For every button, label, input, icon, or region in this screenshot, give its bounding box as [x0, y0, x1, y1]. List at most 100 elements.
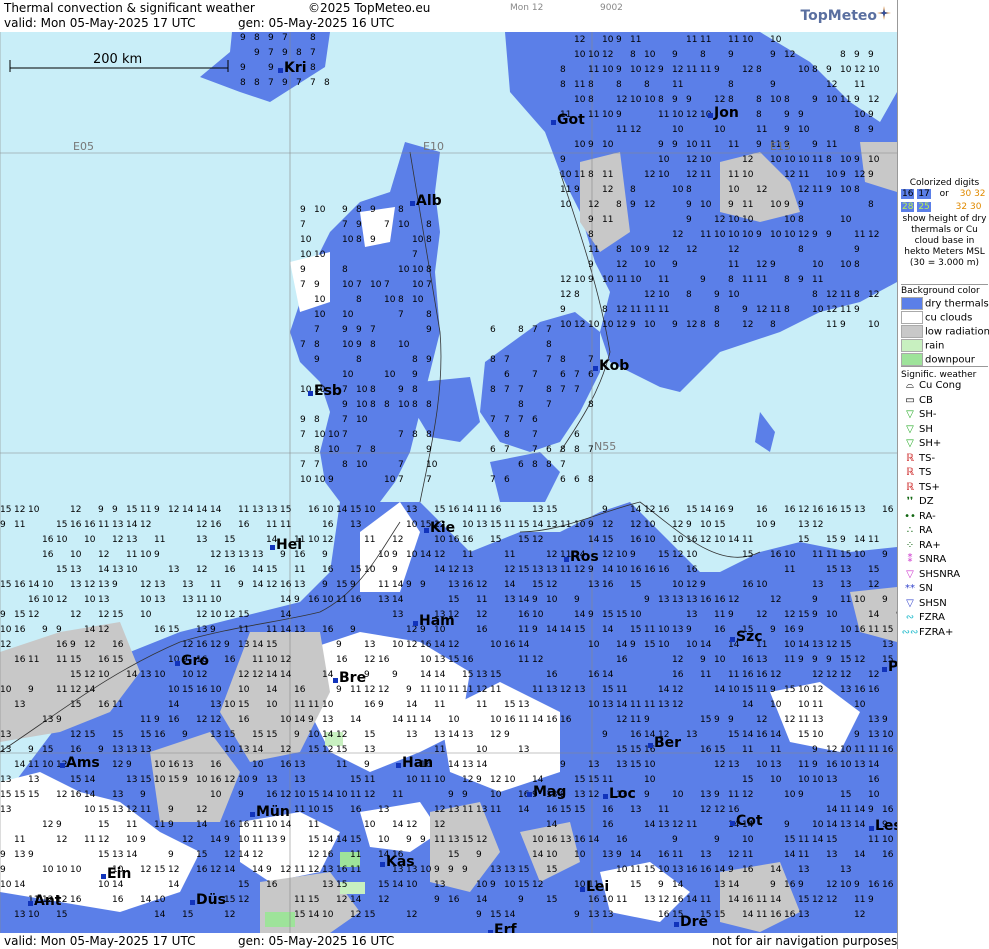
thermal-digit: 16	[742, 895, 754, 905]
thermal-digit: 16	[476, 625, 488, 635]
city-cot[interactable]: Cot	[730, 813, 763, 829]
thermal-digit: 10	[826, 170, 838, 180]
city-esb[interactable]: Esb	[308, 383, 342, 399]
city-szc[interactable]: Szc	[730, 629, 763, 645]
thermal-digit: 12	[56, 835, 67, 845]
city-les[interactable]: Les	[869, 818, 897, 834]
thermal-digit: 10	[644, 760, 656, 770]
city-ein[interactable]: Ein	[100, 866, 131, 882]
thermal-digit: 14	[532, 850, 544, 860]
thermal-digit: 11	[798, 850, 809, 860]
thermal-digit: 14	[126, 850, 138, 860]
thermal-digit: 11	[98, 520, 109, 530]
thermal-digit: 12	[546, 550, 557, 560]
thermal-digit: 9	[0, 520, 6, 530]
thermal-digit: 11	[700, 895, 711, 905]
city-kob[interactable]: Kob	[592, 358, 629, 374]
thermal-digit: 15	[168, 775, 179, 785]
thermal-digit: 14	[630, 505, 642, 515]
thermal-digit: 13	[588, 760, 599, 770]
freezing-rain-heavy-icon: ∾∾	[901, 626, 919, 638]
thermal-digit: 12	[98, 550, 109, 560]
example-digit: 32	[955, 202, 968, 212]
thermal-digit: 9	[240, 33, 246, 43]
city-lei[interactable]: Lei	[579, 879, 609, 895]
city-ham[interactable]: Ham	[413, 613, 455, 629]
thermal-digit: 8	[574, 445, 580, 455]
thermal-digit: 9	[182, 730, 188, 740]
city-han[interactable]: Han	[395, 755, 433, 771]
thermal-digit: 13	[798, 520, 809, 530]
thermal-digit: 8	[518, 400, 524, 410]
thermal-digit: 11	[644, 625, 655, 635]
city-alb[interactable]: Alb	[410, 193, 442, 209]
thermal-digit: 15	[826, 565, 837, 575]
weather-map[interactable]: 9 8 9 7 8 9 7 9 8 7 9 9 8 8 8 7 9 7 7 8 12 10 9 11 11 11 11 10 10 10 1…	[0, 32, 897, 933]
thermal-digit: 12	[770, 670, 781, 680]
thermal-digit: 10	[322, 505, 334, 515]
copyright: ©2025 TopMeteo.eu	[308, 1, 431, 15]
thermal-digit: 15	[294, 910, 305, 920]
city-loc[interactable]: Loc	[603, 786, 636, 802]
thermal-digit: 7	[560, 385, 566, 395]
city-dre[interactable]: Dre	[673, 914, 708, 930]
thermal-digit: 9	[574, 595, 580, 605]
thermal-digit: 16	[546, 835, 558, 845]
thermal-digit: 10	[700, 200, 712, 210]
thermal-digit: 10	[532, 835, 544, 845]
thermal-digit: 10	[770, 775, 782, 785]
thermal-digit: 10	[728, 185, 740, 195]
thermal-digit: 11	[588, 245, 599, 255]
thermal-digit: 10	[308, 535, 320, 545]
thermal-digit: 10	[196, 775, 208, 785]
city-bre[interactable]: Bre	[332, 670, 366, 686]
thermal-digit: 12	[224, 910, 235, 920]
thermal-digit: 8	[518, 325, 524, 335]
thermal-digit: 11	[392, 790, 403, 800]
thermal-digit: 11	[574, 170, 585, 180]
thermal-digit: 12	[672, 230, 683, 240]
thermal-digit: 9	[644, 715, 650, 725]
city-kas[interactable]: Kas	[380, 854, 415, 870]
thermal-digit: 13	[112, 520, 123, 530]
thermal-digit: 14	[644, 820, 656, 830]
city-gro[interactable]: Gro	[174, 653, 209, 669]
thermal-digit: 16	[868, 880, 880, 890]
city-kri[interactable]: Kri	[278, 60, 307, 76]
thermal-digit: 14	[252, 565, 264, 575]
city-mag[interactable]: Mag	[526, 784, 566, 800]
thermal-digit: 12	[504, 565, 515, 575]
thermal-digit: 10	[644, 535, 656, 545]
city-ams[interactable]: Ams	[60, 755, 100, 771]
thermal-digit: 13	[98, 580, 109, 590]
city-ant[interactable]: Ant	[28, 893, 62, 909]
thermal-digit: 11	[434, 835, 445, 845]
thermal-digit: 16	[588, 895, 600, 905]
city-ber[interactable]: Ber	[647, 735, 681, 751]
thermal-digit: 16	[14, 580, 26, 590]
thermal-digit: 12	[714, 805, 725, 815]
city-hel[interactable]: Hel	[269, 537, 302, 553]
city-got[interactable]: Got	[551, 112, 585, 128]
city-dus[interactable]: Düs	[190, 892, 226, 908]
thermal-digit: 10	[868, 790, 880, 800]
thermal-digit: 14	[140, 895, 152, 905]
thermal-digit: 13	[658, 595, 669, 605]
thermal-digit: 12	[826, 895, 837, 905]
thermal-digit: 14	[420, 550, 432, 560]
thermal-digit: 13	[476, 805, 487, 815]
legend-bg-item: low radiation	[901, 325, 989, 338]
thermal-digit: 12	[840, 670, 851, 680]
city-kie[interactable]: Kie	[423, 520, 455, 536]
city-erf[interactable]: Erf	[488, 922, 517, 933]
city-ros[interactable]: Ros	[564, 549, 599, 565]
thermal-digit: 11	[462, 805, 473, 815]
city-mun[interactable]: Mün	[250, 804, 290, 820]
thermal-digit: 9	[300, 265, 306, 275]
city-jon[interactable]: Jon	[708, 105, 739, 121]
thermal-digit: 9	[28, 745, 34, 755]
thermal-digit: 15	[448, 850, 459, 860]
thermal-digit: 10	[868, 155, 880, 165]
city-p[interactable]: P	[881, 659, 897, 675]
thermal-digit: 12	[700, 535, 711, 545]
